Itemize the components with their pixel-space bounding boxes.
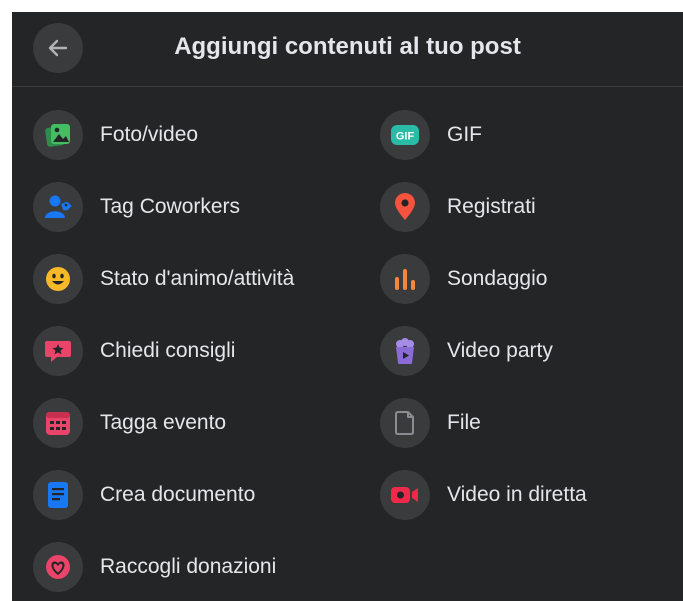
poll-icon: [380, 254, 430, 304]
gif-icon: GIF: [380, 110, 430, 160]
option-label: Tag Coworkers: [100, 195, 241, 218]
option-label: Raccogli donazioni: [100, 555, 277, 578]
speech-bubble-star-icon: [33, 326, 83, 376]
file-icon: [380, 398, 430, 448]
option-label: Registrati: [447, 195, 536, 218]
option-poll[interactable]: Sondaggio: [380, 253, 547, 305]
option-raise-money[interactable]: Raccogli donazioni: [33, 541, 276, 593]
option-check-in[interactable]: Registrati: [380, 181, 536, 233]
option-label: Stato d'animo/attività: [100, 267, 295, 290]
gif-icon-text: GIF: [396, 131, 415, 143]
option-label: Sondaggio: [447, 267, 548, 290]
option-label: Video party: [447, 339, 553, 362]
option-file[interactable]: File: [380, 397, 481, 449]
option-watch-party[interactable]: Video party: [380, 325, 553, 377]
tag-people-icon: [33, 182, 83, 232]
location-pin-icon: [380, 182, 430, 232]
add-to-post-panel: Aggiungi contenuti al tuo post Foto/vide…: [12, 12, 683, 601]
option-label: Tagga evento: [100, 411, 227, 434]
heart-donation-icon: [33, 542, 83, 592]
option-label: Foto/video: [100, 123, 199, 146]
option-feeling-activity[interactable]: Stato d'animo/attività: [33, 253, 294, 305]
option-tag-event[interactable]: Tagga evento: [33, 397, 226, 449]
option-live-video[interactable]: Video in diretta: [380, 469, 587, 521]
page-title: Aggiungi contenuti al tuo post: [174, 33, 521, 60]
panel-header: Aggiungi contenuti al tuo post: [12, 12, 683, 87]
option-label: File: [447, 411, 481, 434]
option-label: Crea documento: [100, 483, 256, 506]
option-gif[interactable]: GIF GIF: [380, 109, 482, 161]
option-photo-video[interactable]: Foto/video: [33, 109, 198, 161]
option-ask-recommendations[interactable]: Chiedi consigli: [33, 325, 235, 377]
smiley-icon: [33, 254, 83, 304]
option-label: GIF: [447, 123, 482, 146]
option-label: Chiedi consigli: [100, 339, 236, 362]
document-icon: [33, 470, 83, 520]
calendar-icon: [33, 398, 83, 448]
live-video-icon: [380, 470, 430, 520]
option-create-document[interactable]: Crea documento: [33, 469, 255, 521]
option-label: Video in diretta: [447, 483, 587, 506]
popcorn-icon: [380, 326, 430, 376]
option-tag-coworkers[interactable]: Tag Coworkers: [33, 181, 240, 233]
photo-video-icon: [33, 110, 83, 160]
